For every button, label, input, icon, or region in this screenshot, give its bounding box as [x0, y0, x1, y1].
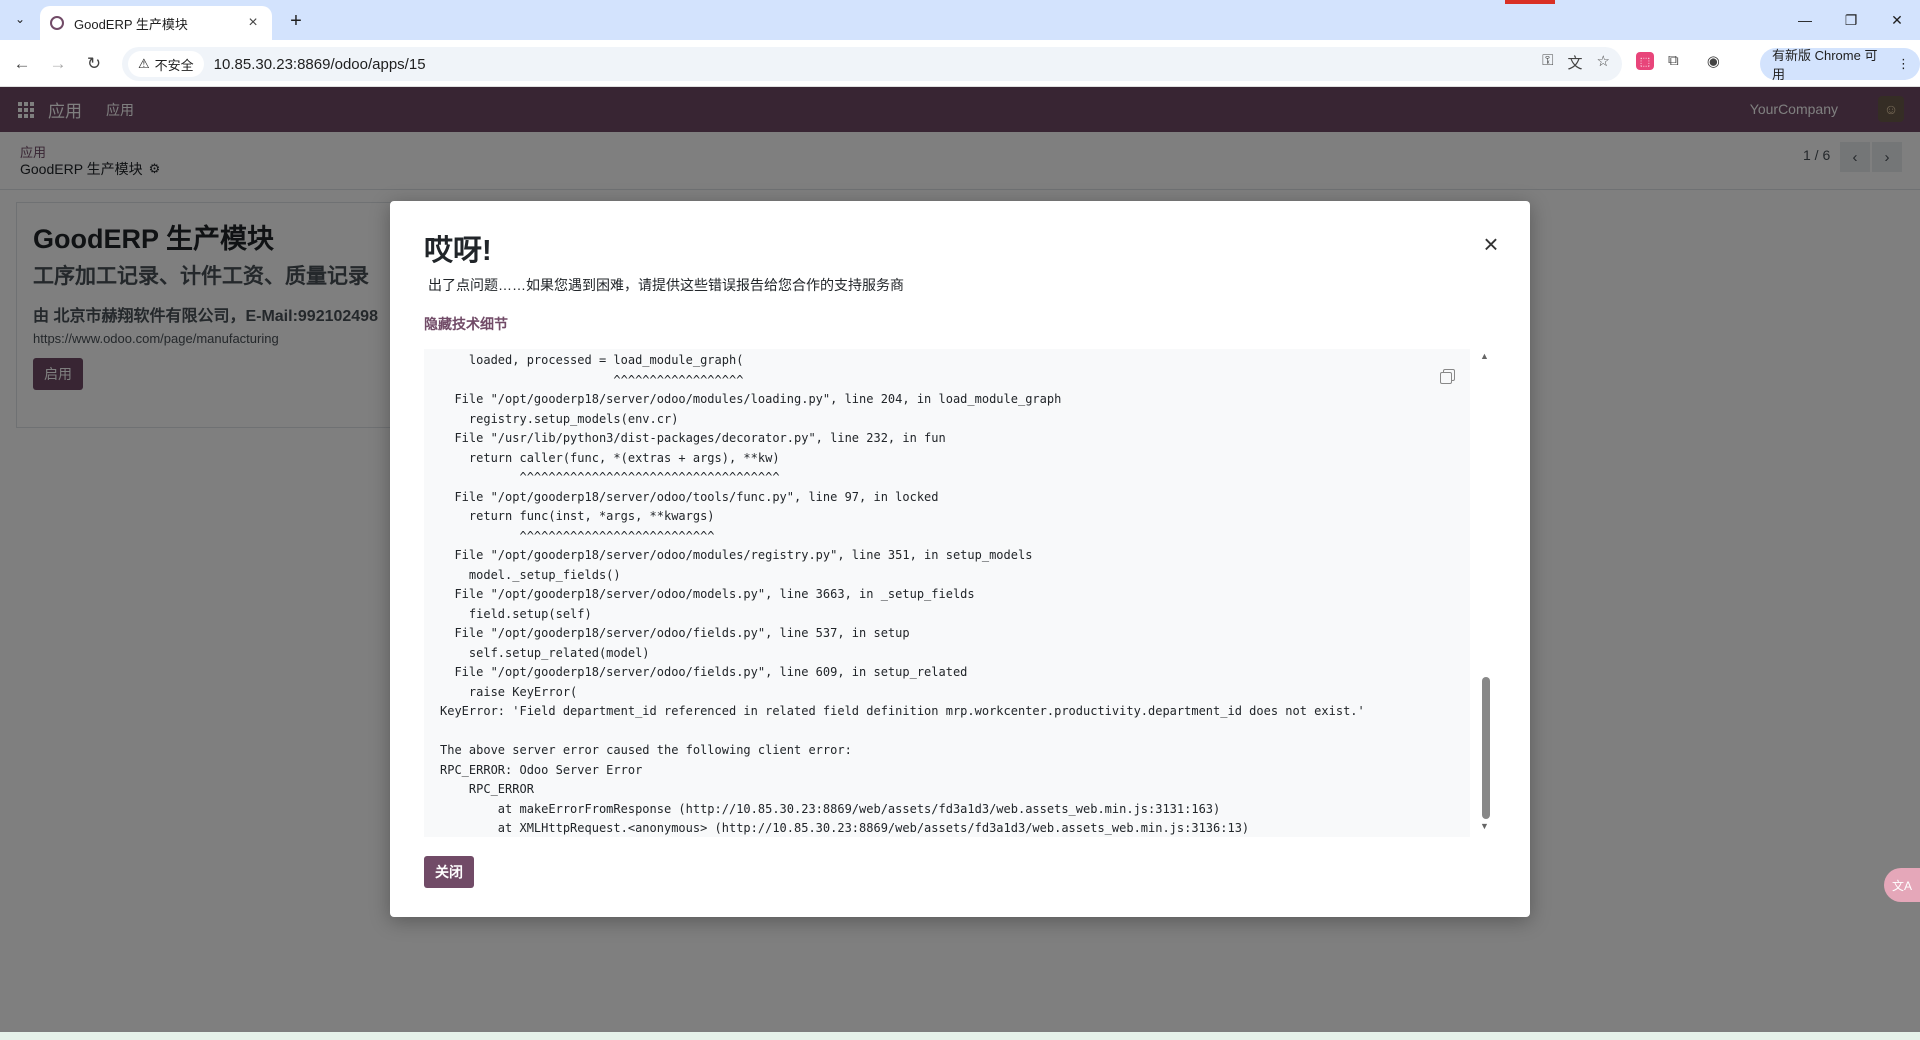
- traceback-line: File "/opt/gooderp18/server/odoo/modules…: [454, 548, 1033, 562]
- minimize-icon[interactable]: —: [1782, 0, 1828, 40]
- traceback-line: File "/opt/gooderp18/server/odoo/models.…: [454, 587, 975, 601]
- traceback-line: ^^^^^^^^^^^^^^^^^^: [613, 372, 744, 387]
- forward-icon[interactable]: →: [44, 50, 72, 78]
- key-icon[interactable]: ⚿: [1542, 52, 1553, 73]
- error-dialog: 哎呀! × 出了点问题……如果您遇到困难，请提供这些错误报告给您合作的支持服务商…: [390, 201, 1530, 917]
- dialog-close-button[interactable]: 关闭: [424, 856, 474, 888]
- scroll-up-icon[interactable]: ▲: [1480, 351, 1489, 361]
- traceback-panel[interactable]: loaded, processed = load_module_graph( ^…: [424, 349, 1470, 837]
- translate-float-icon[interactable]: 文A: [1884, 868, 1920, 902]
- traceback-line: RPC_ERROR: [468, 782, 534, 796]
- dialog-title: 哎呀!: [424, 235, 492, 267]
- traceback-line: return caller(func, *(extras + args), **…: [468, 450, 780, 465]
- traceback-line: return func(inst, *args, **kwargs): [468, 509, 715, 523]
- more-menu-icon[interactable]: ⋮: [1897, 56, 1910, 72]
- browser-tab[interactable]: GoodERP 生产模块 ×: [40, 6, 272, 40]
- scroll-thumb[interactable]: [1482, 677, 1490, 819]
- traceback-line: The above server error caused the follow…: [440, 743, 852, 757]
- traceback-line: KeyError: 'Field department_id reference…: [440, 704, 1365, 718]
- dialog-message: 出了点问题……如果您遇到困难，请提供这些错误报告给您合作的支持服务商: [428, 277, 904, 293]
- reload-icon[interactable]: ↻: [80, 50, 108, 78]
- toggle-technical-details-link[interactable]: 隐藏技术细节: [424, 314, 508, 334]
- profile-icon[interactable]: ◉: [1707, 52, 1720, 70]
- traceback-line: ^^^^^^^^^^^^^^^^^^^^^^^^^^^^^^^^^^^^: [519, 470, 780, 484]
- extension-icon[interactable]: ⬚: [1636, 52, 1654, 70]
- close-icon[interactable]: ×: [1478, 229, 1504, 259]
- tab-close-icon[interactable]: ×: [244, 14, 262, 32]
- traceback-line: File "/opt/gooderp18/server/odoo/tools/f…: [454, 489, 939, 504]
- traceback-line: ^^^^^^^^^^^^^^^^^^^^^^^^^^^: [519, 528, 715, 543]
- chrome-update-button[interactable]: 有新版 Chrome 可用 ⋮: [1760, 48, 1920, 82]
- toolbar-icons: ⬚ ⧉ ◉: [1636, 52, 1720, 70]
- tab-title: GoodERP 生产模块: [74, 16, 188, 32]
- traceback-text: loaded, processed = load_module_graph( ^…: [424, 349, 1470, 837]
- extensions-puzzle-icon[interactable]: ⧉: [1668, 52, 1679, 70]
- traceback-line: field.setup(self): [468, 606, 592, 621]
- address-bar[interactable]: ⚠ 不安全 10.85.30.23:8869/odoo/apps/15 ⚿ 文 …: [122, 47, 1622, 81]
- traceback-line: File "/opt/gooderp18/server/odoo/modules…: [454, 392, 1062, 406]
- translate-icon[interactable]: 文: [1568, 52, 1583, 73]
- traceback-line: File "/opt/gooderp18/server/odoo/fields.…: [454, 665, 968, 679]
- security-label: 不安全: [154, 57, 194, 73]
- copy-icon[interactable]: [1440, 369, 1455, 384]
- traceback-line: model._setup_fields(): [468, 567, 621, 582]
- traceback-line: at makeErrorFromResponse (http://10.85.3…: [497, 801, 1221, 816]
- traceback-line: RPC_ERROR: Odoo Server Error: [440, 762, 643, 777]
- browser-toolbar: ← → ↻ ⚠ 不安全 10.85.30.23:8869/odoo/apps/1…: [0, 40, 1920, 87]
- bookmark-star-icon[interactable]: ☆: [1597, 52, 1610, 73]
- odoo-favicon-icon: [50, 16, 64, 30]
- traceback-line: loaded, processed = load_module_graph(: [468, 353, 744, 367]
- chrome-update-label: 有新版 Chrome 可用: [1772, 48, 1878, 82]
- warning-icon: ⚠: [138, 56, 150, 71]
- bottom-strip: [0, 1032, 1920, 1040]
- back-icon[interactable]: ←: [8, 50, 36, 78]
- tab-search-dropdown-icon[interactable]: ⌄: [9, 8, 31, 30]
- url-text[interactable]: 10.85.30.23:8869/odoo/apps/15: [214, 56, 426, 73]
- window-close-icon[interactable]: ✕: [1874, 0, 1920, 40]
- traceback-line: registry.setup_models(env.cr): [468, 411, 679, 426]
- traceback-line: File "/usr/lib/python3/dist-packages/dec…: [454, 431, 946, 445]
- browser-tab-bar: ⌄ GoodERP 生产模块 × + — ❐ ✕: [0, 0, 1920, 40]
- traceback-line: at XMLHttpRequest.<anonymous> (http://10…: [497, 821, 1250, 835]
- traceback-line: File "/opt/gooderp18/server/odoo/fields.…: [454, 626, 910, 640]
- address-bar-icons: ⚿ 文 ☆: [1542, 52, 1610, 73]
- new-tab-icon[interactable]: +: [283, 8, 309, 34]
- traceback-scrollbar[interactable]: ▲ ▼: [1480, 349, 1492, 837]
- restore-icon[interactable]: ❐: [1828, 0, 1874, 40]
- scroll-down-icon[interactable]: ▼: [1480, 821, 1489, 831]
- traceback-line: self.setup_related(model): [468, 645, 650, 660]
- recording-indicator: [1505, 0, 1555, 4]
- security-chip[interactable]: ⚠ 不安全: [128, 51, 204, 77]
- traceback-line: raise KeyError(: [468, 684, 578, 699]
- window-controls: — ❐ ✕: [1782, 0, 1920, 40]
